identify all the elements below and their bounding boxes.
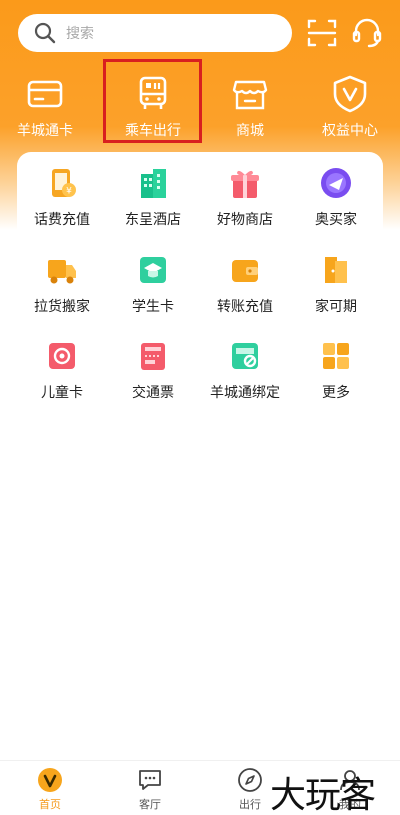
hotel-icon (141, 169, 166, 198)
tab-home[interactable]: 首页 (10, 767, 90, 813)
service-label: 奥买家 (315, 212, 357, 228)
service-more[interactable]: 更多 (291, 339, 381, 409)
quick-nav-label: 权益中心 (322, 123, 378, 139)
service-moving[interactable]: 拉货搬家 (17, 253, 107, 323)
student-card-icon (140, 257, 166, 283)
tab-living-room[interactable]: 客厅 (110, 767, 190, 813)
service-transfer[interactable]: 转账充值 (200, 253, 290, 323)
search-bar[interactable]: 搜索 (18, 14, 292, 52)
more-grid-icon (323, 343, 349, 369)
customer-service-icon[interactable] (350, 16, 384, 50)
truck-icon (48, 260, 76, 284)
highlight-box (103, 59, 202, 143)
service-child-card[interactable]: 儿童卡 (17, 339, 107, 409)
service-card-binding[interactable]: 羊城通绑定 (200, 339, 290, 409)
service-student-card[interactable]: 学生卡 (108, 253, 198, 323)
ticket-icon (141, 343, 165, 370)
scan-icon[interactable] (305, 16, 339, 50)
card-icon (27, 80, 63, 108)
service-label: 更多 (322, 385, 350, 401)
service-label: 话费充值 (34, 212, 90, 228)
tab-label: 客厅 (139, 798, 161, 811)
quick-nav-card[interactable]: 羊城通卡 (0, 70, 90, 142)
service-transit-ticket[interactable]: 交通票 (108, 339, 198, 409)
compass-icon (238, 768, 262, 792)
shopping-icon (321, 168, 351, 198)
quick-nav-label: 羊城通卡 (17, 123, 73, 139)
wallet-icon (232, 260, 258, 282)
service-phone-recharge[interactable]: ¥ 话费充值 (17, 166, 107, 236)
chat-icon (139, 770, 161, 790)
home-v-icon (38, 768, 62, 792)
service-goods-store[interactable]: 好物商店 (200, 166, 290, 236)
gift-icon (231, 170, 259, 198)
service-label: 好物商店 (217, 212, 273, 228)
service-jiakeqi[interactable]: 家可期 (291, 253, 381, 323)
shield-v-icon (333, 75, 367, 113)
search-placeholder: 搜索 (66, 26, 94, 42)
service-label: 拉货搬家 (34, 299, 90, 315)
link-card-icon (232, 343, 258, 369)
service-label: 转账充值 (217, 299, 273, 315)
quick-nav-rights[interactable]: 权益中心 (305, 70, 395, 142)
service-label: 学生卡 (132, 299, 174, 315)
watermark: 大玩客 (270, 775, 376, 815)
tab-label: 首页 (39, 798, 61, 811)
service-label: 家可期 (315, 299, 357, 315)
child-card-icon (49, 343, 75, 369)
services-card: ¥ 话费充值 东呈酒店 好物商店 奥买家 拉货搬家 学生卡 转账充值 家可期 儿… (17, 152, 383, 414)
phone-recharge-icon: ¥ (52, 169, 76, 197)
service-label: 东呈酒店 (125, 212, 181, 228)
store-icon (232, 80, 268, 110)
search-icon (34, 22, 56, 44)
service-label: 儿童卡 (41, 385, 83, 401)
service-aomaijia[interactable]: 奥买家 (291, 166, 381, 236)
quick-nav-store[interactable]: 商城 (205, 70, 295, 142)
tab-label: 出行 (239, 798, 261, 811)
quick-nav-label: 商城 (236, 123, 264, 139)
service-hotel[interactable]: 东呈酒店 (108, 166, 198, 236)
home-icon (325, 257, 347, 283)
service-label: 羊城通绑定 (210, 385, 280, 401)
service-label: 交通票 (132, 385, 174, 401)
svg-text:¥: ¥ (66, 187, 72, 197)
